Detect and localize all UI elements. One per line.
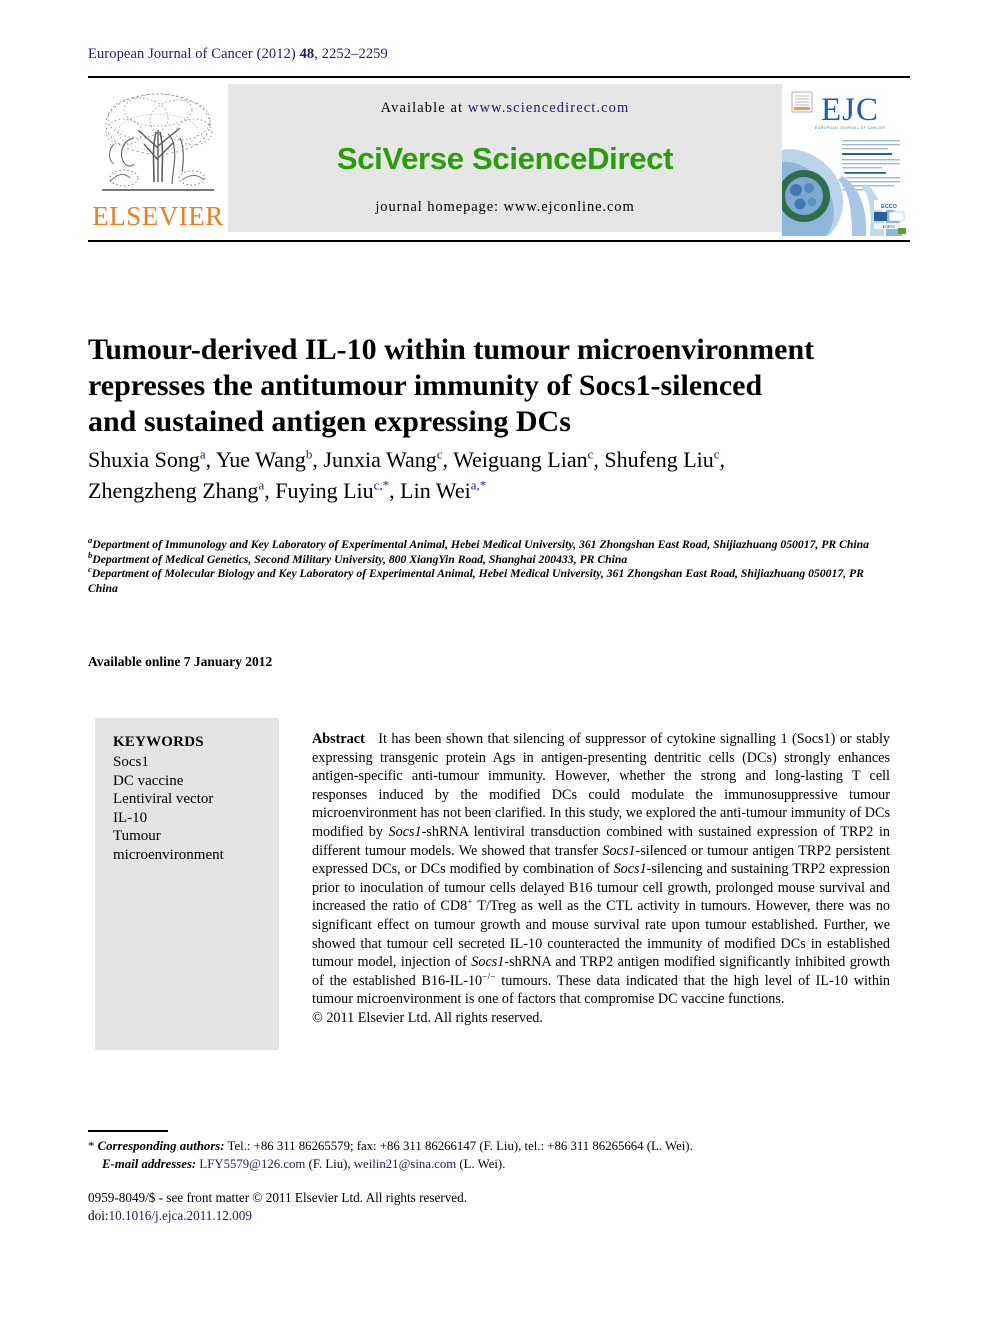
article-first-page: European Journal of Cancer (2012) 48, 22… [0,0,992,1323]
author-affiliation-marker: c [436,446,443,462]
corresponding-author-note: * Corresponding authors: Tel.: +86 311 8… [88,1138,848,1173]
running-head-volume: 48 [299,46,315,62]
available-at-label: Available at [380,100,468,116]
keyword-item: Lentiviral vector [113,791,214,807]
affiliation-item: cDepartment of Molecular Biology and Key… [88,564,864,595]
abstract-italic-term: Socs1 [602,842,636,859]
author-name: Fuying Liu [275,478,374,503]
title-line-2: represses the antitumour immunity of Soc… [88,369,763,403]
author-name: Junxia Wang [323,447,437,472]
author-affiliation-marker: a [199,446,206,462]
sciverse-sciencedirect-logo[interactable]: SciVerse ScienceDirect [337,143,674,174]
abstract-italic-term: Socs1 [388,823,422,840]
doi-prefix: doi: [88,1207,109,1223]
journal-homepage-line[interactable]: journal homepage: www.ejconline.com [375,199,634,216]
title-line-1: Tumour-derived IL-10 within tumour micro… [88,333,815,367]
email-link-2[interactable]: weilin21@sina.com [354,1157,456,1171]
keyword-item: microenvironment [113,846,224,863]
email-label: E-mail addresses: [102,1156,197,1171]
author-list: Shuxia Songa, Yue Wangb, Junxia Wangc, W… [88,444,888,506]
corresponding-contact: Tel.: +86 311 86265579; fax: +86 311 862… [224,1139,693,1153]
footnote-star: * [88,1139,95,1153]
affiliation-item: bDepartment of Medical Genetics, Second … [88,549,628,566]
abstract-section: Abstract It has been shown that silencing… [312,730,890,1028]
publisher-banner: ELSEVIER Available at www.sciencedirect.… [88,84,910,236]
authors-line-2: Zhengzheng Zhanga, Fuying Liuc,*, Lin We… [88,477,487,503]
page-title: Tumour-derived IL-10 within tumour micro… [88,332,878,440]
keyword-item: Socs1 [113,754,149,770]
abstract-superscript: −/− [482,971,496,982]
abstract-label: Abstract [312,731,365,747]
issn-doi-block: 0959-8049/$ - see front matter © 2011 El… [88,1189,467,1224]
abstract-copyright: © 2011 Elsevier Ltd. All rights reserved… [312,1009,543,1026]
keyword-item: Tumour [113,828,161,844]
running-head-journal: European Journal of Cancer (2012) [88,46,296,62]
elsevier-tree-icon [102,93,214,191]
author-affiliation-marker: b [305,446,313,462]
sciencedirect-url[interactable]: www.sciencedirect.com [468,100,629,116]
author-affiliation-marker: c,* [373,477,390,493]
affiliation-list: aDepartment of Immunology and Key Labora… [88,535,888,596]
abstract-body: It has been shown that silencing of supp… [312,731,890,1007]
elsevier-wordmark: ELSEVIER [92,201,224,231]
corresponding-label: Corresponding authors: [97,1139,225,1153]
affiliation-marker: b [88,549,93,560]
author-affiliation-marker: c [713,446,720,462]
author-name: Shufeng Liu [604,447,714,472]
ejc-cover-icon: EJC EUROPEAN JOURNAL OF CANCER ECCO EORT… [782,84,910,236]
author-affiliation-marker: c [587,446,594,462]
journal-cover-image: EJC EUROPEAN JOURNAL OF CANCER ECCO EORT… [782,84,910,236]
doi-link[interactable]: 10.1016/j.ejca.2011.12.009 [109,1208,252,1223]
email-owner-2: (L. Wei). [456,1156,506,1171]
svg-text:ECCO: ECCO [881,204,898,210]
running-head-pages: , 2252–2259 [314,46,388,62]
abstract-italic-term: Socs1 [613,861,647,878]
available-at-line: Available at www.sciencedirect.com [381,100,630,117]
keywords-items: Socs1 DC vaccine Lentiviral vector IL-10 Tum… [113,753,265,864]
keywords-heading: KEYWORDS [113,734,204,750]
affiliation-item: aDepartment of Immunology and Key Labora… [88,535,870,551]
footnote-divider [88,1130,168,1132]
authors-line-1: Shuxia Songa, Yue Wangb, Junxia Wangc, W… [88,446,726,472]
email-owner-1: (F. Liu), [305,1156,354,1171]
elsevier-logo: ELSEVIER [88,84,228,232]
author-name: Zhengzheng Zhang [88,478,259,503]
title-line-3: and sustained antigen expressing DCs [88,405,571,439]
author-name: Weiguang Lian [453,447,588,472]
keyword-item: DC vaccine [113,772,184,789]
svg-text:EORTC: EORTC [883,225,896,229]
author-name: Yue Wang [215,447,306,472]
keyword-item: IL-10 [113,809,148,826]
svg-text:EJC: EJC [821,92,879,128]
author-affiliation-marker: a,* [470,477,487,493]
keywords-box: KEYWORDS Socs1 DC vaccine Lentiviral vecto… [95,718,279,1050]
affiliation-marker: a [88,535,93,546]
sciencedirect-box: Available at www.sciencedirect.com SciVe… [228,84,782,232]
doi-line: doi:10.1016/j.ejca.2011.12.009 [88,1207,467,1225]
abstract-italic-term: Socs1 [471,954,505,971]
available-online-date: Available online 7 January 2012 [88,654,273,669]
author-affiliation-marker: a [258,477,265,493]
email-link-1[interactable]: LFY5579@126.com [199,1157,305,1171]
banner-divider [88,240,910,242]
email-line: E-mail addresses: LFY5579@126.com (F. Li… [88,1156,848,1174]
author-name: Lin Wei [400,478,471,503]
running-head: European Journal of Cancer (2012) 48, 22… [88,46,388,63]
issn-line: 0959-8049/$ - see front matter © 2011 El… [88,1190,468,1205]
header-divider [88,76,910,78]
author-name: Shuxia Song [88,447,200,472]
svg-text:EUROPEAN JOURNAL OF CANCER: EUROPEAN JOURNAL OF CANCER [815,126,885,130]
affiliation-marker: c [88,564,92,575]
